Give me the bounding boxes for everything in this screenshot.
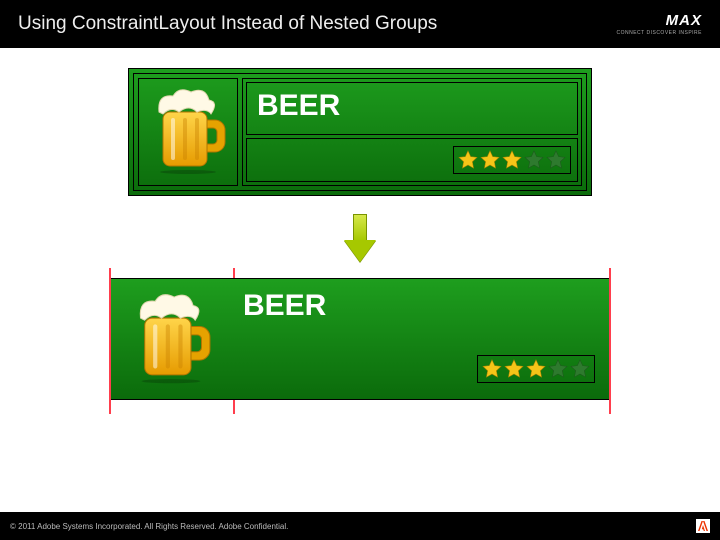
nested-title-box: BEER bbox=[246, 82, 578, 135]
star-empty-icon bbox=[547, 358, 569, 380]
constraint-guide-right bbox=[609, 268, 611, 414]
max-logo-tagline: CONNECT DISCOVER INSPIRE bbox=[616, 30, 702, 36]
nested-vbox: BEER bbox=[242, 78, 582, 186]
card-a-title: BEER bbox=[257, 89, 340, 122]
stars-container-a bbox=[453, 146, 571, 174]
arrow-down-icon bbox=[347, 214, 373, 264]
footer-bar: © 2011 Adobe Systems Incorporated. All R… bbox=[0, 512, 720, 540]
star-empty-icon bbox=[545, 149, 567, 171]
max-logo: MAX CONNECT DISCOVER INSPIRE bbox=[616, 12, 702, 36]
constraint-image-slot bbox=[111, 279, 231, 399]
footer-copyright: © 2011 Adobe Systems Incorporated. All R… bbox=[10, 522, 288, 531]
max-logo-word: MAX bbox=[666, 12, 702, 29]
constraint-card: BEER bbox=[111, 278, 609, 400]
constraint-layout-diagram: BEER bbox=[109, 274, 611, 404]
star-filled-icon bbox=[501, 149, 523, 171]
star-empty-icon bbox=[523, 149, 545, 171]
content-area: BEER bbox=[0, 48, 720, 404]
beer-mug-icon bbox=[130, 290, 212, 389]
stars-container-b bbox=[477, 355, 595, 383]
nested-image-box bbox=[138, 78, 238, 186]
constraint-text-slot: BEER bbox=[231, 279, 609, 399]
star-filled-icon bbox=[479, 149, 501, 171]
star-filled-icon bbox=[481, 358, 503, 380]
card-b-title: BEER bbox=[243, 289, 597, 323]
star-filled-icon bbox=[525, 358, 547, 380]
star-filled-icon bbox=[503, 358, 525, 380]
star-filled-icon bbox=[457, 149, 479, 171]
nested-rating-box bbox=[246, 138, 578, 182]
star-empty-icon bbox=[569, 358, 591, 380]
nested-layout-diagram: BEER bbox=[128, 68, 592, 196]
nested-hbox: BEER bbox=[133, 73, 587, 191]
page-title: Using ConstraintLayout Instead of Nested… bbox=[18, 13, 437, 35]
header-bar: Using ConstraintLayout Instead of Nested… bbox=[0, 0, 720, 48]
beer-mug-icon bbox=[149, 86, 227, 179]
adobe-logo bbox=[696, 519, 710, 533]
